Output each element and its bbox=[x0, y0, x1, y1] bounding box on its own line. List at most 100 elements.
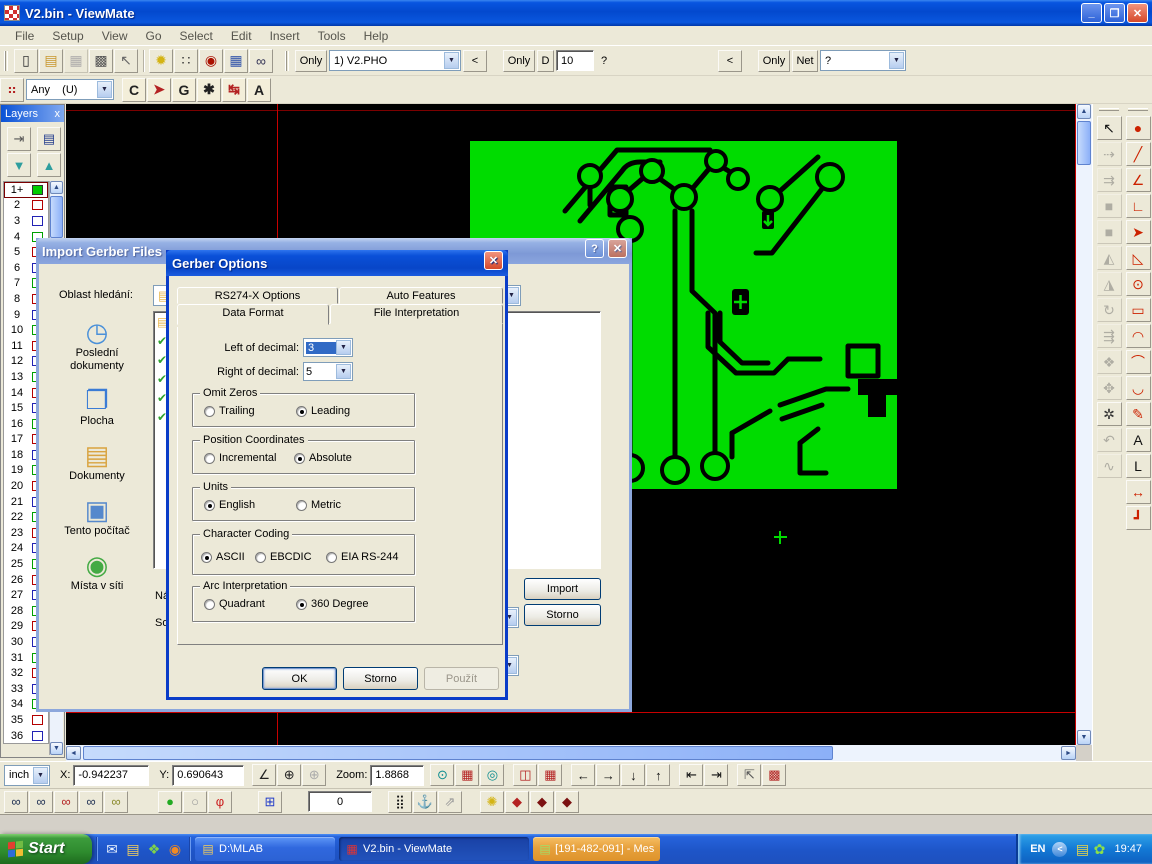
scale-points-tool[interactable]: ✥ bbox=[1097, 376, 1122, 400]
net-combo[interactable]: ? ▼ bbox=[820, 50, 906, 71]
tab-file-interpretation[interactable]: File Interpretation bbox=[330, 304, 503, 324]
scroll-thumb[interactable] bbox=[1077, 121, 1091, 165]
tray-chevron-icon[interactable]: < bbox=[1052, 842, 1067, 857]
view-traces-icon[interactable]: ∞ bbox=[79, 791, 103, 813]
zoom-selection-icon[interactable]: ▦ bbox=[455, 764, 479, 786]
place-documents[interactable]: ▤Dokumenty bbox=[49, 440, 145, 483]
lasso-select-tool[interactable]: ∿ bbox=[1097, 454, 1122, 478]
messenger-tray-icon[interactable]: ✿ bbox=[1091, 838, 1107, 860]
dcode-field[interactable]: 10 bbox=[556, 50, 594, 71]
move-tool[interactable]: ⇢ bbox=[1097, 142, 1122, 166]
help-button[interactable]: ? bbox=[585, 239, 604, 258]
place-my-computer[interactable]: ▣Tento počítač bbox=[49, 495, 145, 538]
scroll-down-icon[interactable]: ▼ bbox=[50, 742, 63, 755]
scroll-thumb[interactable] bbox=[83, 746, 833, 760]
gerber-dialog-titlebar[interactable]: Gerber Options ✕ bbox=[166, 250, 508, 276]
fill-square2-tool[interactable]: ■ bbox=[1097, 220, 1122, 244]
view-lines-icon[interactable]: ∞ bbox=[29, 791, 53, 813]
chevron-down-icon[interactable]: ▼ bbox=[444, 52, 459, 69]
ok-button[interactable]: OK bbox=[262, 667, 337, 690]
select-flash-button[interactable]: ✱ bbox=[197, 78, 221, 102]
dcode-button[interactable]: D bbox=[537, 50, 554, 72]
scheduler-tray-icon[interactable]: ▤ bbox=[1074, 838, 1090, 860]
menu-file[interactable]: File bbox=[6, 27, 43, 45]
horizontal-scrollbar[interactable]: ◄ ► bbox=[66, 745, 1076, 761]
status-light-icon[interactable]: ● bbox=[158, 791, 182, 813]
aperture-list-icon[interactable]: ∷ bbox=[174, 49, 198, 73]
place-desktop[interactable]: ❐Plocha bbox=[49, 385, 145, 428]
close-icon[interactable]: x bbox=[55, 108, 61, 120]
layer-row[interactable]: 2 bbox=[4, 198, 48, 214]
vector-arrow-tool[interactable]: ➤ bbox=[1126, 220, 1151, 244]
only-layer-button[interactable]: Only bbox=[295, 50, 327, 72]
prev-dcode-button[interactable]: < bbox=[718, 50, 742, 72]
units-combo[interactable]: inch ▼ bbox=[4, 765, 50, 786]
layer-color-swatch[interactable] bbox=[32, 185, 43, 195]
pan-end-icon[interactable]: ⇥ bbox=[704, 764, 728, 786]
window-grid-icon[interactable]: ⊞ bbox=[258, 791, 282, 813]
pad-marker-icon[interactable]: ◆ bbox=[505, 791, 529, 813]
zoom-tool-icon[interactable]: ⊙ bbox=[430, 764, 454, 786]
align-arrows-tool[interactable]: ⇶ bbox=[1097, 324, 1122, 348]
tab-auto-features[interactable]: Auto Features bbox=[339, 287, 503, 304]
print-icon[interactable]: ▩ bbox=[89, 49, 113, 73]
layer-table-icon[interactable]: ▤ bbox=[37, 127, 61, 151]
layer-row[interactable]: 3 bbox=[4, 213, 48, 229]
menu-select[interactable]: Select bbox=[171, 27, 222, 45]
minimize-button[interactable]: _ bbox=[1081, 3, 1102, 23]
layer-color-swatch[interactable] bbox=[32, 715, 43, 725]
menu-go[interactable]: Go bbox=[137, 27, 171, 45]
close-button[interactable]: ✕ bbox=[484, 251, 503, 270]
dimension-tool[interactable]: ↔ bbox=[1126, 480, 1151, 504]
grid-view-icon[interactable]: ▦ bbox=[538, 764, 562, 786]
arc-tool[interactable]: ◠ bbox=[1126, 324, 1151, 348]
pan-home-icon[interactable]: ⇤ bbox=[679, 764, 703, 786]
zoom-field[interactable]: 1.8868 bbox=[370, 765, 424, 786]
palette-grip[interactable] bbox=[1099, 108, 1119, 111]
fill-square-tool[interactable]: ■ bbox=[1097, 194, 1122, 218]
anchor-icon[interactable]: ⚓ bbox=[413, 791, 437, 813]
scroll-up-icon[interactable]: ▲ bbox=[50, 181, 63, 194]
pan-up-icon[interactable]: ↑ bbox=[646, 764, 670, 786]
explorer-folder-icon[interactable]: ▤ bbox=[123, 838, 143, 860]
select-component-button[interactable]: C bbox=[122, 78, 146, 102]
select-text-button[interactable]: A bbox=[247, 78, 271, 102]
dock-layer-icon[interactable]: ⇥ bbox=[7, 127, 31, 151]
select-type-combo[interactable]: Any (U) ▼ bbox=[26, 79, 114, 100]
scroll-down-icon[interactable]: ▼ bbox=[1077, 730, 1091, 745]
measure-glasses-icon[interactable]: ∞ bbox=[249, 49, 273, 73]
menu-edit[interactable]: Edit bbox=[222, 27, 261, 45]
pad-marker2-icon[interactable]: ◆ bbox=[530, 791, 554, 813]
layer-color-swatch[interactable] bbox=[32, 731, 43, 741]
copy-move-tool[interactable]: ⇉ bbox=[1097, 168, 1122, 192]
vertical-scrollbar[interactable]: ▲ ▼ bbox=[1076, 104, 1092, 745]
prev-layer-button[interactable]: < bbox=[463, 50, 487, 72]
move-pad-tool[interactable]: ❖ bbox=[1097, 350, 1122, 374]
net-button[interactable]: Net bbox=[792, 50, 818, 72]
pan-right-icon[interactable]: → bbox=[596, 764, 620, 786]
cancel-button[interactable]: Storno bbox=[524, 604, 601, 626]
select-net-button[interactable]: ↹ bbox=[222, 78, 246, 102]
x-coordinate-field[interactable]: -0.942237 bbox=[73, 765, 149, 786]
point-select-icon[interactable]: ▩ bbox=[762, 764, 786, 786]
scroll-up-icon[interactable]: ▲ bbox=[1077, 104, 1091, 119]
language-indicator[interactable]: EN bbox=[1030, 843, 1045, 855]
only-net-button[interactable]: Only bbox=[758, 50, 790, 72]
probe-icon[interactable]: φ bbox=[208, 791, 232, 813]
chevron-down-icon[interactable]: ▼ bbox=[97, 81, 112, 98]
select-cursor-tool[interactable]: ↖ bbox=[1097, 116, 1122, 140]
view-sketch-icon[interactable]: ∞ bbox=[104, 791, 128, 813]
pad-dot-tool[interactable]: ● bbox=[1126, 116, 1151, 140]
scroll-right-icon[interactable]: ► bbox=[1061, 746, 1076, 760]
triangle-tool[interactable]: ◺ bbox=[1126, 246, 1151, 270]
rotate-tool[interactable]: ↻ bbox=[1097, 298, 1122, 322]
maximize-button[interactable]: ❐ bbox=[1104, 3, 1125, 23]
save-icon[interactable]: ▦ bbox=[64, 49, 88, 73]
menu-insert[interactable]: Insert bbox=[261, 27, 309, 45]
rectangle-tool[interactable]: ▭ bbox=[1126, 298, 1151, 322]
chevron-down-icon[interactable]: ▼ bbox=[33, 767, 48, 784]
pan-down-icon[interactable]: ↓ bbox=[621, 764, 645, 786]
undo-curve-tool[interactable]: ↶ bbox=[1097, 428, 1122, 452]
select-trace-button[interactable]: ➤ bbox=[147, 78, 171, 102]
selection-filter-icon[interactable]: ⠶ bbox=[0, 78, 24, 102]
